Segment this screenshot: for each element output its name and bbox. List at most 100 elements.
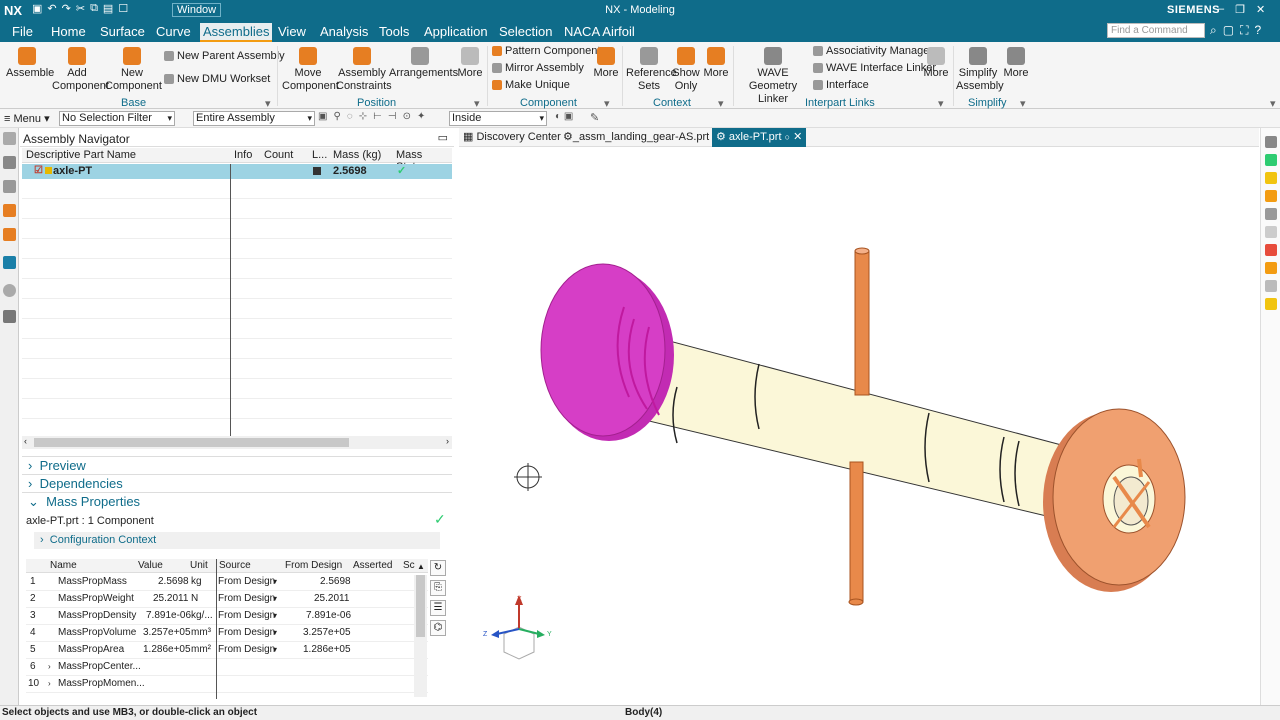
tab-view[interactable]: View — [275, 23, 309, 42]
col-asserted[interactable]: Asserted — [353, 560, 392, 571]
table-vertical-scrollbar[interactable]: ▲ — [414, 562, 427, 697]
col-part-name[interactable]: Descriptive Part Name — [26, 149, 136, 161]
table-row[interactable]: 2 MassPropWeight 25.2011 N From Design ▾… — [26, 591, 428, 608]
reuse-library-icon[interactable] — [3, 228, 16, 241]
tab-naca-airfoil[interactable]: NACA Airfoil — [561, 23, 638, 42]
dependencies-section[interactable]: › Dependencies — [28, 476, 123, 491]
source-dropdown-icon[interactable]: ▾ — [273, 591, 277, 607]
tab-discovery-center[interactable]: ▦ Discovery Center — [459, 128, 565, 147]
tab-surface[interactable]: Surface — [97, 23, 148, 42]
lasso-icon[interactable]: ◌ — [347, 111, 353, 122]
snap-mode-select[interactable]: Inside — [449, 111, 547, 126]
reference-sets-button[interactable]: Reference Sets — [626, 47, 677, 93]
col-mass[interactable]: Mass (kg) — [333, 149, 381, 161]
restore-icon[interactable]: ❐ — [1235, 3, 1245, 16]
source-select[interactable]: From Design — [218, 574, 275, 590]
table-row[interactable]: ☑ axle-PT 2.5698 ✓ — [22, 164, 452, 179]
select-icon[interactable]: ▣ — [318, 111, 327, 122]
scroll-left-icon[interactable]: ‹ — [24, 436, 27, 446]
snap-point-icon[interactable]: ✦ — [417, 111, 425, 122]
simplify-more-button[interactable]: More — [1002, 47, 1030, 80]
source-dropdown-icon[interactable]: ▾ — [273, 574, 277, 590]
view-triad-icon[interactable]: X Y Z — [483, 595, 552, 660]
left-flange[interactable] — [540, 263, 674, 441]
right-flange[interactable] — [1043, 408, 1186, 592]
expand-icon[interactable]: › — [48, 659, 51, 675]
close-tab-icon[interactable]: ✕ — [793, 131, 802, 143]
col-value[interactable]: Value — [138, 560, 163, 571]
col-loaded[interactable]: L... — [312, 149, 327, 161]
pattern-component-button[interactable]: Pattern Component — [492, 45, 600, 57]
filter-icon[interactable]: ⚲ — [333, 111, 340, 122]
measure-icon[interactable] — [1265, 190, 1277, 202]
part-navigator-icon[interactable] — [3, 156, 16, 169]
sketch-pen-icon[interactable]: ✎ — [590, 111, 599, 124]
close-icon[interactable]: ✕ — [1256, 3, 1265, 16]
table-row[interactable]: 10 › MassPropMomen... — [26, 676, 428, 693]
scroll-right-icon[interactable]: › — [446, 436, 449, 446]
source-select[interactable]: From Design — [218, 608, 275, 624]
view-tools-icon[interactable]: ◐ ▣ — [555, 111, 573, 122]
search-icon[interactable]: ⌕ — [1210, 23, 1217, 38]
maximize-panel-icon[interactable]: ▭ — [438, 131, 448, 144]
add-component-button[interactable]: Add Component — [52, 47, 109, 93]
snap-end-icon[interactable]: ⊢ — [373, 111, 382, 122]
mass-properties-section[interactable]: ⌄ Mass Properties — [28, 494, 140, 510]
show-only-button[interactable]: Show Only — [672, 47, 700, 93]
find-command-input[interactable]: Find a Command — [1107, 23, 1205, 38]
view-style-icon[interactable] — [1265, 208, 1277, 220]
edit-icon[interactable] — [1265, 262, 1277, 274]
new-parent-assembly-button[interactable]: New Parent Assembly — [164, 50, 285, 62]
assembly-constraints-button[interactable]: Assembly Constraints — [336, 47, 392, 93]
snap-mid-icon[interactable]: ⊣ — [388, 111, 397, 122]
source-select[interactable]: From Design — [218, 625, 275, 641]
layout-icon[interactable]: ▢ — [1223, 23, 1234, 38]
col-count[interactable]: Count — [264, 149, 293, 161]
table-row[interactable]: 1 MassPropMass 2.5698 kg From Design ▾ 2… — [26, 574, 428, 591]
table-row[interactable]: 5 MassPropArea 1.286e+05 mm² From Design… — [26, 642, 428, 659]
pencil-icon[interactable] — [1265, 136, 1277, 148]
col-name[interactable]: Name — [50, 560, 77, 571]
expand-icon[interactable]: › — [48, 676, 51, 692]
model-view[interactable]: X Y Z — [459, 147, 1259, 705]
mirror-assembly-button[interactable]: Mirror Assembly — [492, 62, 584, 74]
tab-home[interactable]: Home — [48, 23, 89, 42]
col-source[interactable]: Source — [219, 560, 251, 571]
scroll-thumb[interactable] — [34, 438, 349, 447]
export-icon[interactable]: ⎘ — [430, 580, 446, 596]
tab-application[interactable]: Application — [421, 23, 491, 42]
assemble-button[interactable]: Assemble — [6, 47, 54, 80]
simplify-assembly-button[interactable]: Simplify Assembly — [956, 47, 1004, 93]
assembly-navigator-icon[interactable] — [3, 180, 16, 193]
wave-interface-linker-button[interactable]: WAVE Interface Linker — [813, 62, 936, 74]
selection-filter-select[interactable]: No Selection Filter — [59, 111, 175, 126]
show-hide-icon[interactable] — [1265, 172, 1277, 184]
context-more-button[interactable]: More — [702, 47, 730, 80]
tab-selection[interactable]: Selection — [496, 23, 555, 42]
settings-icon[interactable] — [3, 132, 16, 145]
help-icon[interactable]: ? — [1254, 23, 1261, 38]
selection-scope-select[interactable]: Entire Assembly — [193, 111, 315, 126]
col-from-design[interactable]: From Design — [285, 560, 342, 571]
col-info[interactable]: Info — [234, 149, 252, 161]
source-dropdown-icon[interactable]: ▾ — [273, 642, 277, 658]
col-unit[interactable]: Unit — [190, 560, 208, 571]
col-scope[interactable]: Sc — [403, 560, 415, 571]
snap-center-icon[interactable]: ⊙ — [403, 111, 411, 122]
fullscreen-icon[interactable]: ⛶ — [1240, 23, 1248, 38]
tab-landing-gear-assembly[interactable]: ⚙_assm_landing_gear-AS.prt ○ — [559, 128, 722, 147]
new-component-button[interactable]: New Component — [105, 47, 162, 93]
tab-axle-part[interactable]: ⚙ axle-PT.prt ○ ✕ — [712, 128, 807, 147]
configuration-context-section[interactable]: › Configuration Context — [34, 532, 440, 549]
table-row[interactable]: 3 MassPropDensity 7.891e-06 kg/... From … — [26, 608, 428, 625]
new-dmu-workset-button[interactable]: New DMU Workset — [164, 73, 270, 85]
minimize-icon[interactable]: – — [1218, 3, 1224, 16]
roles-icon[interactable] — [3, 310, 16, 323]
interface-button[interactable]: Interface — [813, 79, 869, 91]
horizontal-scrollbar[interactable]: ‹ › — [22, 436, 452, 449]
tab-analysis[interactable]: Analysis — [317, 23, 371, 42]
arrangements-button[interactable]: Arrangements — [389, 47, 458, 80]
scroll-up-icon[interactable]: ▲ — [417, 562, 425, 571]
source-select[interactable]: From Design — [218, 591, 275, 607]
tab-curve[interactable]: Curve — [153, 23, 194, 42]
